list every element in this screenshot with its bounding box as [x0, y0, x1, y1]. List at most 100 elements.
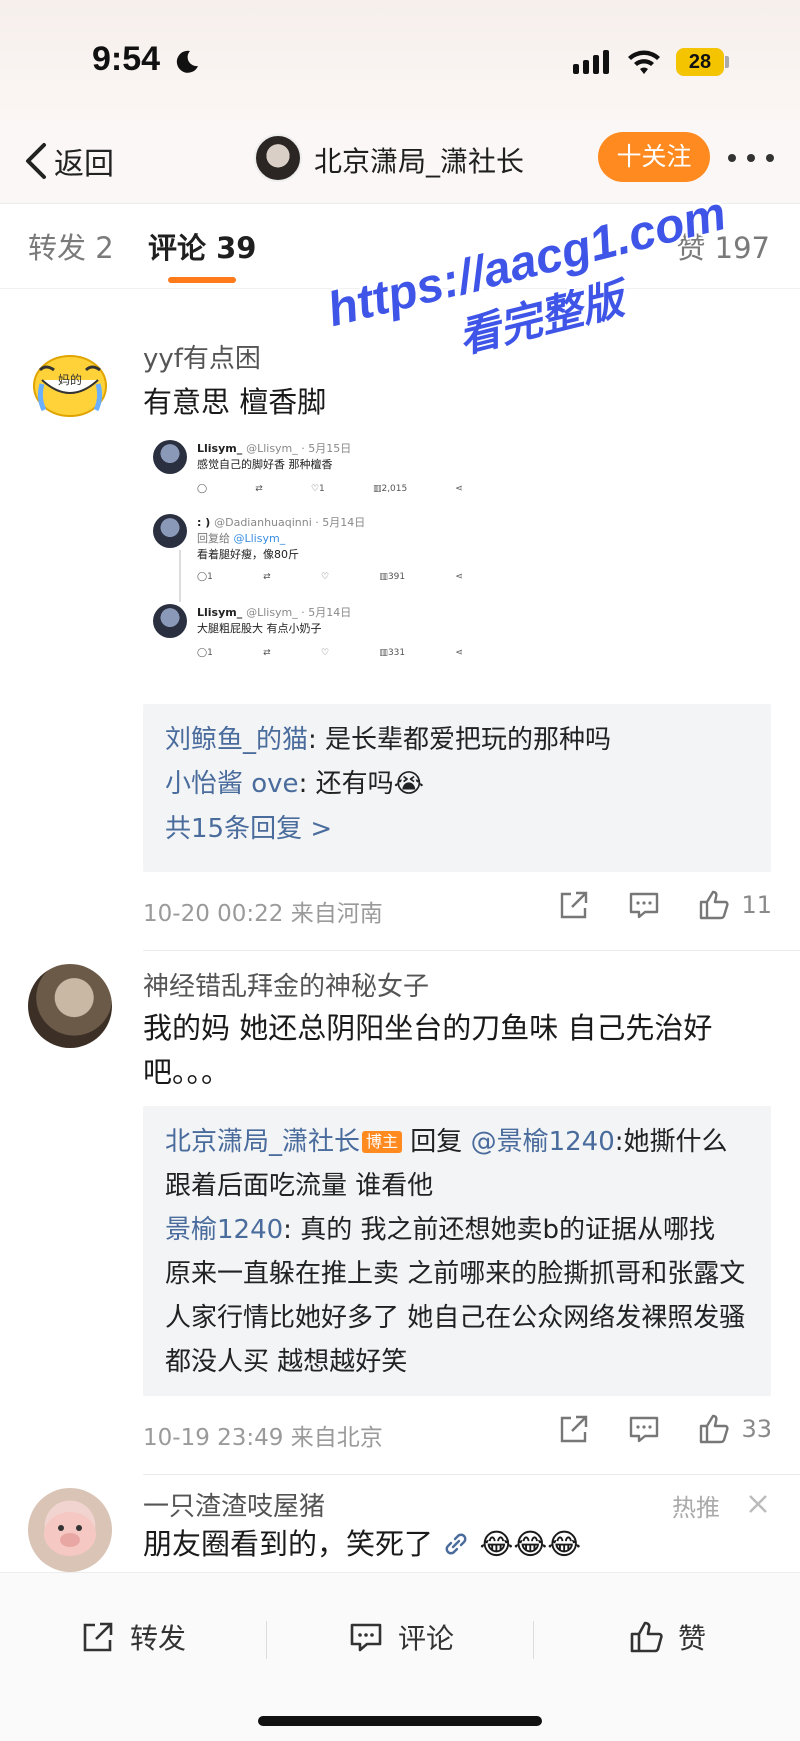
signal-icon [573, 50, 609, 74]
comment-text-row: 朋友圈看到的，笑死了 😂😂😂 [143, 1522, 763, 1566]
reply-box[interactable]: 北京潇局_潇社长 博主 回复 @景榆1240:她撕什么 跟着后面吃流量 谁看他 景… [143, 1106, 771, 1396]
repost-label: 转发 [130, 1622, 187, 1655]
views-icon: ▥2,015 [372, 484, 408, 494]
tweet-avatar [153, 440, 187, 474]
author-avatar[interactable] [254, 134, 302, 182]
tweet: : ) @Dadianhuaqinni · 5月14日 回复给 @Llisym_… [153, 514, 463, 602]
comment-meta: 10-19 23:49 来自北京 [143, 1418, 383, 1452]
comment-actions: 11 [521, 888, 772, 922]
comment-text: 我的妈 她还总阴阳坐台的刀鱼味 自己先治好吧。。。 [143, 1011, 713, 1089]
comment-username[interactable]: 一只渣渣吱屋猪 [143, 1486, 325, 1523]
back-label: 返回 [54, 147, 114, 182]
tweet-stats: ◯1 ⇄ ♡ ▥331 ⋖ [197, 648, 463, 658]
avatar[interactable] [28, 964, 112, 1048]
separator [266, 1621, 267, 1659]
home-indicator[interactable] [258, 1716, 542, 1726]
reply-username[interactable]: 景榆1240 [165, 1215, 283, 1245]
retweet-icon: ⇄ [263, 572, 271, 582]
status-bar: 9:54 28 [0, 0, 800, 120]
status-time: 9:54 [92, 40, 161, 78]
tweet-stats: ◯ ⇄ ♡1 ▥2,015 ⋖ [197, 484, 463, 494]
pig-icon [44, 1512, 96, 1556]
reply-item: 小怡酱 ove: 还有吗😭 [165, 762, 749, 806]
share-icon: ⋖ [455, 484, 463, 494]
comment-label: 评论 [398, 1622, 455, 1655]
tab-comment[interactable]: 评论 39 [148, 225, 256, 267]
author-name[interactable]: 北京潇局_潇社长 [314, 140, 524, 180]
comment-location: 来自北京 [290, 1425, 383, 1451]
reply-icon: ◯ [197, 484, 208, 494]
reply-item: 景榆1240: 真的 我之前还想她卖b的证据从哪找 原来一直躲在推上卖 之前哪来… [165, 1208, 749, 1384]
back-button[interactable]: 返回 [22, 136, 114, 186]
comment-location: 来自河南 [290, 901, 383, 927]
tweet-handle: @Llisym_ · 5月14日 [246, 606, 352, 619]
share-icon[interactable] [557, 888, 591, 922]
retweet-icon: ⇄ [263, 648, 271, 658]
link-icon[interactable] [442, 1530, 470, 1558]
reply-text: 回复 [402, 1127, 471, 1157]
comment-icon[interactable] [627, 888, 661, 922]
share-icon: ⋖ [455, 572, 463, 582]
share-icon [83, 1622, 113, 1652]
tweet-body: 感觉自己的脚好香 那种檀香 [197, 458, 333, 471]
close-icon[interactable] [746, 1492, 770, 1516]
tweet-body: 看着腿好瘦，像80斤 [197, 548, 299, 561]
reply-mention[interactable]: @景榆1240 [471, 1127, 615, 1157]
reply-icon: ◯1 [197, 648, 213, 658]
comment-meta: 10-20 00:22 来自河南 [143, 894, 383, 928]
more-icon[interactable] [726, 152, 776, 164]
follow-button[interactable]: 十关注 [598, 132, 710, 182]
divider [143, 950, 800, 951]
wifi-icon [628, 50, 660, 74]
share-icon[interactable] [557, 1412, 591, 1446]
tab-repost[interactable]: 转发 2 [28, 225, 114, 267]
battery-indicator: 28 [676, 48, 724, 76]
repost-button[interactable]: 转发 [80, 1617, 186, 1657]
battery-tip [725, 56, 729, 68]
tweet-handle: @Dadianhuaqinni · 5月14日 [214, 516, 366, 529]
tweet-avatar [153, 604, 187, 638]
reply-text: : 还有吗😭 [298, 769, 424, 799]
chevron-left-icon [26, 143, 46, 179]
reply-username[interactable]: 北京潇局_潇社长 [165, 1127, 360, 1157]
view-replies-link[interactable]: 共15条回复 > [165, 806, 749, 852]
like-icon: ♡ [321, 648, 330, 658]
tweet-body: 大腿粗屁股大 有点小奶子 [197, 622, 322, 635]
like-count: 33 [741, 1415, 772, 1443]
tab-active-indicator [168, 277, 236, 283]
reply-icon: ◯1 [197, 572, 213, 582]
embedded-image[interactable]: Llisym_ @Llisym_ · 5月15日 感觉自己的脚好香 那种檀香 ◯… [143, 428, 473, 676]
like-count: 11 [741, 891, 772, 919]
tweet: Llisym_ @Llisym_ · 5月14日 大腿粗屁股大 有点小奶子 ◯1… [153, 604, 463, 674]
comment-username[interactable]: 神经错乱拜金的神秘女子 [143, 966, 429, 1003]
avatar[interactable] [28, 1488, 112, 1572]
thumbs-up-icon[interactable] [697, 1412, 731, 1446]
like-button[interactable]: 赞 [628, 1617, 706, 1657]
thumbs-up-icon[interactable] [697, 888, 731, 922]
comment-time: 10-19 23:49 [143, 1425, 284, 1451]
reply-username[interactable]: 刘鲸鱼_的猫 [165, 725, 308, 755]
like-label: 赞 [678, 1622, 707, 1655]
emoji-laughing: 😂😂😂 [479, 1527, 582, 1561]
avatar[interactable]: 妈的 [28, 340, 112, 424]
thumbs-up-icon [630, 1621, 663, 1653]
comment-text: 朋友圈看到的，笑死了 [143, 1527, 434, 1561]
tweet-mention: @Llisym_ [233, 532, 286, 545]
comment-actions: 33 [521, 1412, 772, 1446]
separator [533, 1621, 534, 1659]
tweet-stats: ◯1 ⇄ ♡ ▥391 ⋖ [197, 572, 463, 582]
reply-item: 北京潇局_潇社长 博主 回复 @景榆1240:她撕什么 跟着后面吃流量 谁看他 [165, 1120, 749, 1208]
like-icon: ♡1 [310, 484, 325, 494]
comment-username[interactable]: yyf有点困 [143, 338, 261, 375]
tweet-name: Llisym_ [197, 442, 243, 455]
share-icon: ⋖ [455, 648, 463, 658]
comment-time: 10-20 00:22 [143, 901, 284, 927]
reply-username[interactable]: 小怡酱 ove [165, 769, 299, 799]
comment-icon [350, 1623, 382, 1652]
reply-box[interactable]: 刘鲸鱼_的猫: 是长辈都爱把玩的那种吗 小怡酱 ove: 还有吗😭 共15条回复… [143, 704, 771, 872]
comment-button[interactable]: 评论 [348, 1617, 454, 1657]
tweet-avatar [153, 514, 187, 548]
tweet-name: : ) [197, 516, 211, 529]
comment-icon[interactable] [627, 1412, 661, 1446]
divider [143, 1474, 800, 1475]
